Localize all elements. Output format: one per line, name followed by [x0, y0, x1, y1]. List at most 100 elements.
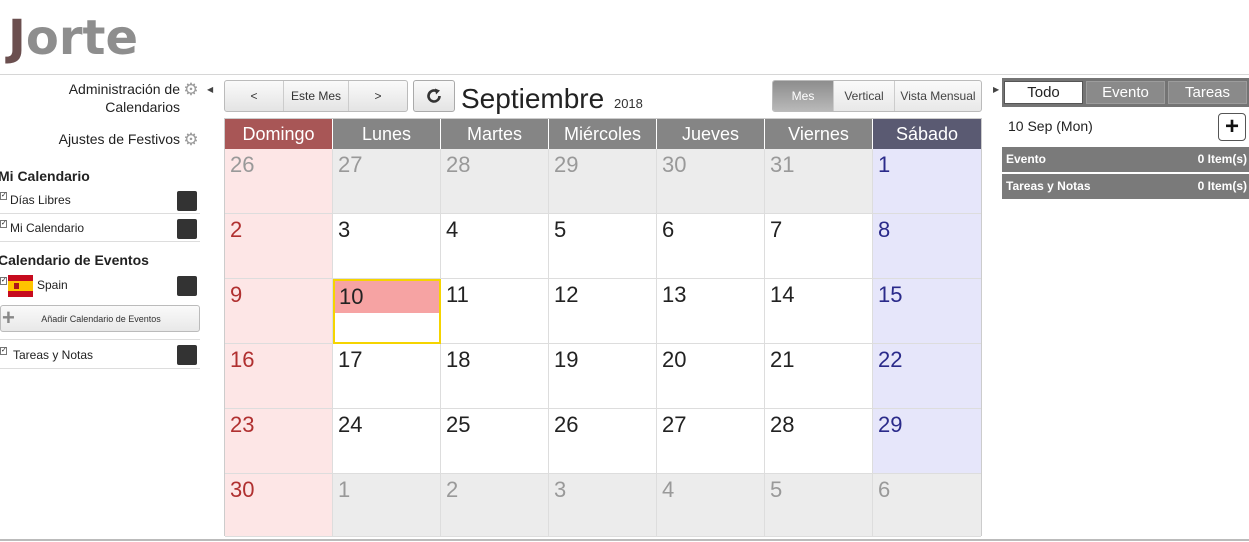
day-cell[interactable]: 23: [225, 409, 333, 474]
day-cell[interactable]: 6: [873, 474, 981, 537]
day-cell[interactable]: 27: [333, 149, 441, 214]
day-cell[interactable]: 4: [657, 474, 765, 537]
day-cell[interactable]: 20: [657, 344, 765, 409]
day-cell[interactable]: 21: [765, 344, 873, 409]
day-cell[interactable]: 2: [441, 474, 549, 537]
day-cell[interactable]: 28: [441, 149, 549, 214]
refresh-button[interactable]: [413, 80, 455, 112]
checkbox[interactable]: ✓: [0, 220, 7, 228]
day-cell[interactable]: 16: [225, 344, 333, 409]
calendar-item-tareas[interactable]: ✓ Tareas y Notas: [0, 339, 200, 369]
day-number: 17: [338, 347, 363, 372]
day-cell[interactable]: 11: [441, 279, 549, 344]
this-month-button[interactable]: Este Mes: [284, 81, 349, 111]
day-cell[interactable]: 22: [873, 344, 981, 409]
day-cell[interactable]: 12: [549, 279, 657, 344]
day-number: 1: [338, 477, 351, 502]
day-number: 5: [770, 477, 783, 502]
weekday-friday: Viernes: [765, 119, 873, 149]
year-label: 2018: [613, 96, 643, 111]
day-cell[interactable]: 26: [225, 149, 333, 214]
day-cell[interactable]: 31: [765, 149, 873, 214]
day-cell[interactable]: 5: [549, 214, 657, 279]
day-cell[interactable]: 9: [225, 279, 333, 344]
weekday-monday: Lunes: [333, 119, 441, 149]
view-vertical-button[interactable]: Vertical: [834, 81, 895, 111]
month-navigation: < Este Mes >: [224, 80, 408, 112]
day-cell[interactable]: 3: [549, 474, 657, 537]
day-cell[interactable]: 25: [441, 409, 549, 474]
add-item-button[interactable]: +: [1218, 113, 1246, 141]
day-cell-today[interactable]: 10: [333, 279, 441, 344]
checkbox[interactable]: ✓: [0, 277, 7, 285]
day-cell[interactable]: 27: [657, 409, 765, 474]
checkbox[interactable]: ✓: [0, 192, 7, 200]
color-swatch[interactable]: [177, 219, 197, 239]
day-cell[interactable]: 14: [765, 279, 873, 344]
day-cell[interactable]: 28: [765, 409, 873, 474]
day-cell[interactable]: 26: [549, 409, 657, 474]
calendar-item-spain[interactable]: ✓ Spain: [0, 273, 200, 301]
color-swatch[interactable]: [177, 345, 197, 365]
agenda-row-tareas[interactable]: Tareas y Notas 0 Item(s): [1002, 174, 1249, 199]
admin-calendars-link[interactable]: Administración de Calendarios: [40, 80, 180, 116]
color-swatch[interactable]: [177, 191, 197, 211]
day-cell[interactable]: 8: [873, 214, 981, 279]
add-event-calendar-button[interactable]: + Añadir Calendario de Eventos: [0, 305, 200, 332]
day-cell[interactable]: 30: [657, 149, 765, 214]
collapse-right-icon[interactable]: ▶: [993, 85, 999, 94]
color-swatch[interactable]: [177, 276, 197, 296]
agenda-row-count: 0 Item(s): [1197, 179, 1247, 193]
tab-tareas[interactable]: Tareas: [1168, 81, 1247, 104]
tab-evento[interactable]: Evento: [1086, 81, 1165, 104]
day-number: 14: [770, 282, 795, 307]
calendar-week: 23 24 25 26 27 28 29: [225, 409, 981, 474]
gear-icon[interactable]: ⚙: [183, 81, 199, 98]
day-cell[interactable]: 13: [657, 279, 765, 344]
calendar-week: 30 1 2 3 4 5 6: [225, 474, 981, 537]
day-number: 13: [662, 282, 687, 307]
next-month-button[interactable]: >: [349, 81, 407, 111]
day-cell[interactable]: 5: [765, 474, 873, 537]
day-cell[interactable]: 24: [333, 409, 441, 474]
prev-month-button[interactable]: <: [225, 81, 285, 111]
day-number: 26: [230, 152, 255, 177]
day-cell[interactable]: 29: [873, 409, 981, 474]
day-cell[interactable]: 18: [441, 344, 549, 409]
collapse-left-icon[interactable]: ◀: [207, 85, 213, 94]
weekday-sunday: Domingo: [225, 119, 333, 149]
checkbox[interactable]: ✓: [0, 347, 7, 355]
day-number: 2: [230, 217, 243, 242]
holiday-settings-link[interactable]: Ajustes de Festivos: [20, 130, 180, 148]
day-cell[interactable]: 30: [225, 474, 333, 537]
day-cell[interactable]: 29: [549, 149, 657, 214]
day-cell[interactable]: 6: [657, 214, 765, 279]
calendar-item-label: Spain: [37, 278, 68, 292]
calendar-week: 26 27 28 29 30 31 1: [225, 149, 981, 214]
agenda-row-evento[interactable]: Evento 0 Item(s): [1002, 147, 1249, 172]
day-cell[interactable]: 4: [441, 214, 549, 279]
day-cell[interactable]: 19: [549, 344, 657, 409]
day-number: 16: [230, 347, 255, 372]
day-cell[interactable]: 15: [873, 279, 981, 344]
day-cell[interactable]: 3: [333, 214, 441, 279]
view-month-button[interactable]: Mes: [773, 81, 834, 111]
calendar-item-mi-calendario[interactable]: ✓ Mi Calendario: [0, 216, 200, 242]
gear-icon[interactable]: ⚙: [183, 131, 199, 148]
view-switcher: Mes Vertical Vista Mensual: [772, 80, 982, 112]
calendar-item-dias-libres[interactable]: ✓ Días Libres: [0, 188, 200, 214]
day-cell[interactable]: 1: [873, 149, 981, 214]
day-number: 21: [770, 347, 795, 372]
view-monthly-button[interactable]: Vista Mensual: [895, 81, 981, 111]
day-number: 18: [446, 347, 471, 372]
calendar-week: 9 10 11 12 13 14 15: [225, 279, 981, 344]
tab-todo[interactable]: Todo: [1004, 81, 1083, 104]
day-cell[interactable]: 1: [333, 474, 441, 537]
day-cell[interactable]: 17: [333, 344, 441, 409]
day-number: 29: [878, 412, 903, 437]
day-cell[interactable]: 2: [225, 214, 333, 279]
logo-letter-j: J: [8, 10, 26, 66]
my-calendar-section-title: Mi Calendario: [0, 168, 90, 184]
day-cell[interactable]: 7: [765, 214, 873, 279]
app-logo: Jorte: [8, 10, 138, 66]
